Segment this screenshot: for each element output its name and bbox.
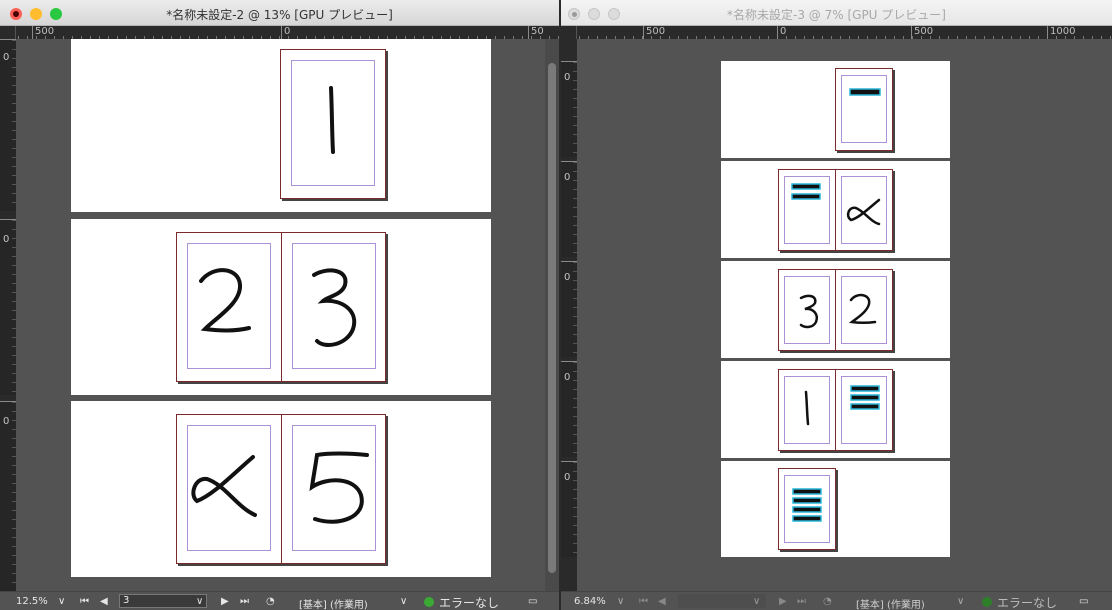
chevron-down-icon[interactable]: ∨ [617,596,624,607]
first-page-icon[interactable]: ⏮ [639,596,648,607]
status-bar: 6.84% ∨ ⏮ ◀ ∨ ▶ ⏭ ◔ [基本] (作業用) ∨ エラーなし ▭ [561,591,1112,610]
vertical-ruler[interactable]: 0 0 0 [0,39,16,591]
preflight-profile[interactable]: [基本] (作業用) [299,596,368,610]
spread-1[interactable] [71,39,491,212]
next-page-icon[interactable]: ▶ [779,596,787,607]
zoom-level[interactable]: 12.5% [16,596,48,607]
pasteboard[interactable] [577,39,1112,591]
ruler-label: 0 [564,172,571,183]
glyphs [791,183,881,226]
handwritten-digit-1 [329,86,335,154]
titlebar[interactable]: *名称未設定-3 @ 7% [GPU プレビュー] [561,0,1112,26]
chevron-down-icon[interactable]: ∨ [753,596,760,607]
next-page-icon[interactable]: ▶ [221,596,229,607]
glyphs [792,488,822,522]
cyan-bar-glyph [849,88,881,96]
scrollbar-thumb[interactable] [548,63,556,573]
ruler-label: 500 [914,26,934,37]
last-page-icon[interactable]: ⏭ [240,596,249,607]
ruler-label: 0 [3,234,10,245]
previous-page-icon[interactable]: ◀ [100,596,108,607]
spread-a[interactable] [721,61,950,158]
window-title: *名称未設定-2 @ 13% [GPU プレビュー] [166,8,393,22]
handwritten-digits-4-5 [191,451,369,524]
previous-page-icon[interactable]: ◀ [658,596,666,607]
document-window-1: *名称未設定-2 @ 13% [GPU プレビュー] 500 0 50 0 0 … [0,0,559,610]
ruler-label: 0 [780,26,787,37]
preflight-icon[interactable]: ◔ [266,596,275,607]
spread-pages[interactable] [778,169,893,251]
window-title: *名称未設定-3 @ 7% [GPU プレビュー] [727,8,946,22]
spread-pages[interactable] [778,269,893,351]
panel-toggle-icon[interactable]: ▭ [1079,596,1088,607]
spread-pages-2-3[interactable] [176,232,386,382]
zoom-level[interactable]: 6.84% [574,596,606,607]
status-ok-icon [424,597,434,607]
spread-b[interactable] [721,161,950,258]
ruler-label: 0 [564,72,571,83]
ruler-label: 0 [3,416,10,427]
chevron-down-icon[interactable]: ∨ [58,596,65,607]
ruler-label: 500 [35,26,55,37]
spread-pages-4-5[interactable] [176,414,386,564]
vertical-ruler[interactable]: 0 0 0 0 0 [561,39,577,591]
handwritten-digits-2-3 [199,268,357,347]
spread-d[interactable] [721,361,950,458]
ruler-label: 500 [646,26,666,37]
spread-3[interactable] [71,401,491,577]
horizontal-ruler[interactable]: 500 0 500 1000 [561,26,1112,39]
titlebar[interactable]: *名称未設定-2 @ 13% [GPU プレビュー] [0,0,559,26]
status-ok-icon [982,597,992,607]
page-1[interactable] [835,68,893,151]
chevron-down-icon[interactable]: ∨ [957,596,964,607]
glyphs [799,293,877,329]
first-page-icon[interactable]: ⏮ [80,596,89,607]
page-last[interactable] [778,468,836,550]
vertical-scrollbar[interactable] [545,39,559,591]
spread-c[interactable] [721,261,950,358]
ruler-label: 0 [3,52,10,63]
spread-pages[interactable] [778,369,893,451]
ruler-origin[interactable] [0,26,16,39]
ruler-label: 0 [564,272,571,283]
ruler-label: 0 [284,26,291,37]
chevron-down-icon[interactable]: ∨ [400,596,407,607]
spread-e[interactable] [721,461,950,557]
status-bar: 12.5% ∨ ⏮ ◀ 3 ∨ ▶ ⏭ ◔ [基本] (作業用) ∨ エラーなし… [0,591,559,610]
page-1[interactable] [280,49,386,199]
chevron-down-icon[interactable]: ∨ [196,596,203,607]
ruler-label: 0 [564,372,571,383]
document-window-2: *名称未設定-3 @ 7% [GPU プレビュー] 500 0 500 1000… [561,0,1112,610]
pasteboard[interactable] [16,39,545,591]
glyphs [804,385,880,426]
ruler-label: 1000 [1050,26,1076,37]
preflight-icon[interactable]: ◔ [823,596,832,607]
preflight-profile[interactable]: [基本] (作業用) [856,596,925,610]
ruler-origin[interactable] [561,26,577,39]
panel-toggle-icon[interactable]: ▭ [528,596,537,607]
last-page-icon[interactable]: ⏭ [797,596,806,607]
error-status[interactable]: エラーなし [439,594,499,610]
error-status[interactable]: エラーなし [997,594,1057,610]
spread-2[interactable] [71,219,491,395]
horizontal-ruler[interactable]: 500 0 50 [0,26,559,39]
ruler-label: 50 [531,26,544,37]
page-number-field[interactable]: 3 [119,594,207,608]
ruler-label: 0 [564,472,571,483]
